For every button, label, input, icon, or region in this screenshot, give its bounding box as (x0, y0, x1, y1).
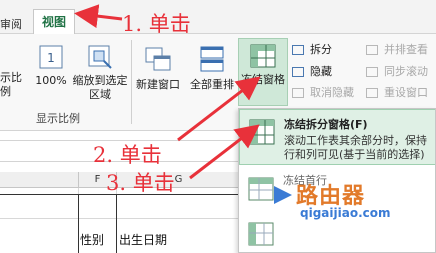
arrange-all-icon (200, 46, 224, 72)
table-border (78, 194, 79, 253)
menu-item-description: 行和列可见(基于当前的选择) (284, 148, 425, 161)
worksheet-grid[interactable]: 性别 出生日期 (0, 188, 240, 253)
hide-button[interactable]: 隐藏 (292, 64, 332, 80)
unhide-button[interactable]: 取消隐藏 (292, 85, 354, 101)
cell-gender-header[interactable]: 性别 (80, 231, 104, 248)
zoom-100-button[interactable]: 1 100% (33, 44, 69, 88)
watermark: 路由器 qigaijiao.com (270, 178, 436, 226)
menu-item-freeze-panes[interactable]: 冻结拆分窗格(F) 滚动工作表其余部分时，保持 行和列可见(基于当前的选择) (239, 109, 435, 165)
zoom-to-selection-icon (88, 45, 112, 69)
annotation-step-2: 2. 单击 (93, 143, 162, 167)
zoom-100-label: 100% (35, 74, 67, 87)
annotation-step-1: 1. 单击 (122, 12, 191, 36)
zoom-to-selection-button[interactable]: 缩放到选定区域 (72, 44, 128, 102)
freeze-panes-label: 冻结窗格 (241, 73, 285, 86)
zoom-to-selection-label: 缩放到选定区域 (72, 74, 128, 101)
freeze-panes-icon (249, 119, 275, 145)
side-by-side-icon (366, 45, 378, 55)
arrange-all-button[interactable]: 全部重排 (186, 44, 238, 92)
arrange-all-label: 全部重排 (190, 78, 234, 91)
new-window-button[interactable]: 新建窗口 (132, 44, 184, 92)
sync-scroll-icon (366, 67, 378, 77)
zoom-button[interactable]: 示比例 (0, 44, 24, 99)
freeze-panes-icon (250, 44, 276, 68)
table-border (116, 194, 117, 253)
watermark-logo-icon (274, 186, 292, 204)
grid-line (0, 218, 240, 219)
watermark-url: qigaijiao.com (300, 206, 391, 220)
zoom-button-label: 示比例 (0, 71, 22, 98)
sync-scroll-button[interactable]: 同步滚动 (366, 64, 428, 80)
side-by-side-label: 并排查看 (384, 43, 428, 56)
hide-icon (292, 67, 304, 77)
group-label-zoom: 显示比例 (36, 112, 80, 125)
view-side-by-side-button[interactable]: 并排查看 (366, 42, 428, 58)
tab-review[interactable]: 审阅 (0, 16, 26, 32)
ribbon-tab-bar: 审阅 视图 (0, 0, 436, 35)
split-label: 拆分 (310, 43, 332, 56)
freeze-panes-button[interactable]: 冻结窗格 (238, 38, 288, 106)
reset-position-label: 重设窗口 (384, 86, 428, 99)
zoom-100-icon: 1 (39, 45, 63, 69)
unhide-label: 取消隐藏 (310, 86, 354, 99)
split-icon (292, 45, 304, 55)
unhide-icon (292, 88, 304, 98)
new-window-label: 新建窗口 (136, 78, 180, 91)
tab-view[interactable]: 视图 (33, 9, 75, 35)
split-button[interactable]: 拆分 (292, 42, 332, 58)
annotation-step-3: 3. 单击 (106, 171, 175, 195)
sync-scroll-label: 同步滚动 (384, 65, 428, 78)
hide-label: 隐藏 (310, 65, 332, 78)
new-window-icon (145, 47, 171, 71)
svg-text:1: 1 (47, 51, 55, 65)
reset-window-position-button[interactable]: 重设窗口 (366, 85, 428, 101)
menu-item-title: 冻结拆分窗格(F) (284, 118, 368, 131)
reset-position-icon (366, 88, 378, 98)
cell-birth-date-header[interactable]: 出生日期 (119, 231, 167, 248)
